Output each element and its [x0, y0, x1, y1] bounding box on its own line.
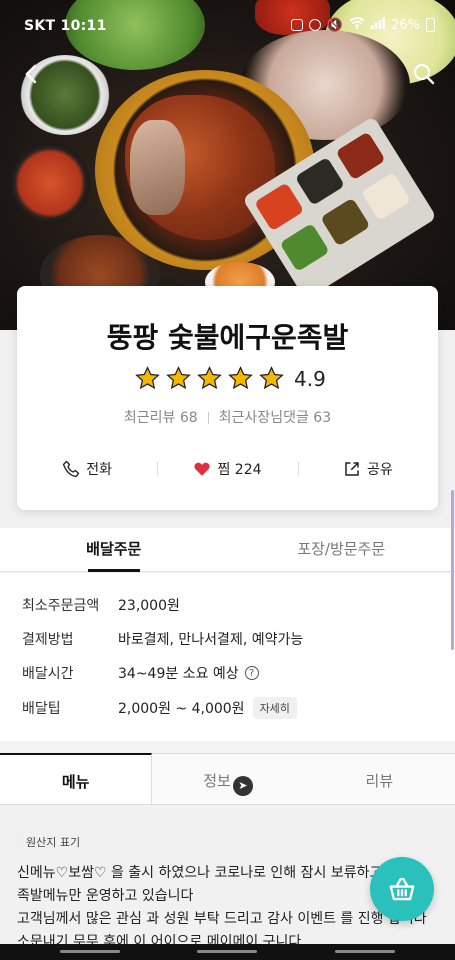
star-icon	[166, 366, 191, 390]
review-counts: 최근리뷰 68 최근사장님댓글 63	[17, 407, 438, 427]
rating-value: 4.9	[294, 366, 326, 391]
tab-info[interactable]: 정보 ➤	[152, 753, 304, 804]
heart-icon	[194, 462, 211, 476]
info-key: 배달시간	[22, 666, 74, 682]
cart-button[interactable]	[370, 857, 434, 921]
system-nav-bar	[0, 944, 455, 960]
info-key: 배달팁	[22, 701, 61, 717]
tab-menu-label: 메뉴	[61, 773, 90, 791]
like-label: 찜 224	[217, 462, 262, 478]
nav-back[interactable]	[335, 950, 395, 953]
info-row-min-order: 최소주문금액 23,000원	[22, 595, 180, 615]
call-label: 전화	[86, 462, 113, 478]
status-carrier-time: SKT 10:11	[24, 18, 107, 34]
tip-detail-button[interactable]: 자세히	[252, 697, 297, 719]
action-bar: 전화 찜 224 공유	[17, 459, 438, 479]
delivery-info: 최소주문금액 23,000원 결제방법 바로결제, 만나서결제, 예약가능 배달…	[0, 573, 455, 741]
basket-icon	[389, 877, 415, 901]
info-key: 최소주문금액	[22, 598, 100, 614]
phone-icon	[63, 460, 80, 478]
call-button[interactable]: 전화	[17, 459, 157, 479]
owner-replies-link[interactable]: 최근사장님댓글 63	[219, 410, 331, 426]
tab-review-label: 리뷰	[365, 772, 394, 790]
notification-icon	[290, 19, 303, 31]
info-value: 23,000원	[118, 598, 180, 614]
mute-icon: 🔇	[326, 17, 344, 33]
nav-home[interactable]	[197, 950, 257, 953]
tab-menu[interactable]: 메뉴	[0, 753, 153, 804]
send-icon: ➤	[232, 775, 253, 796]
star-icon	[228, 366, 253, 390]
info-row-payment: 결제방법 바로결제, 만나서결제, 예약가능	[22, 629, 303, 649]
section-divider	[0, 741, 455, 753]
back-icon[interactable]	[18, 62, 46, 90]
share-icon	[345, 462, 359, 476]
tab-info-label: 정보	[203, 772, 231, 790]
search-icon[interactable]	[410, 62, 438, 90]
info-value: 34~49분 소요 예상	[118, 666, 239, 682]
rating-row: 4.9	[135, 366, 326, 391]
help-icon[interactable]: ?	[244, 666, 259, 680]
info-value: 2,000원 ~ 4,000원	[118, 701, 245, 717]
tab-delivery[interactable]: 배달주문	[0, 528, 228, 571]
menu-tabs: 메뉴 정보 ➤ 리뷰	[0, 753, 455, 805]
store-name: 뚱팡 숯불에구운족발	[106, 321, 349, 354]
recent-reviews-link[interactable]: 최근리뷰 68	[124, 410, 198, 426]
wifi-icon	[349, 17, 365, 33]
alarm-icon	[308, 19, 321, 31]
share-button[interactable]: 공유	[297, 459, 438, 479]
nav-recents[interactable]	[60, 950, 120, 953]
like-button[interactable]: 찜 224	[157, 459, 297, 479]
star-icon	[197, 366, 222, 390]
info-row-delivery-tip: 배달팁 2,000원 ~ 4,000원 자세히	[22, 697, 297, 719]
info-row-delivery-time: 배달시간 34~49분 소요 예상 ?	[22, 663, 259, 683]
info-value: 바로결제, 만나서결제, 예약가능	[118, 632, 304, 648]
battery-icon	[426, 18, 435, 32]
scrollbar[interactable]	[451, 490, 454, 650]
tab-review[interactable]: 리뷰	[303, 753, 455, 804]
info-key: 결제방법	[22, 632, 74, 648]
status-bar: SKT 10:11 🔇 26%	[0, 0, 455, 52]
signal-icon	[371, 17, 385, 33]
star-icon	[135, 366, 160, 390]
share-label: 공유	[366, 462, 393, 478]
battery-text: 26%	[391, 17, 420, 33]
origin-label-button[interactable]: 원산지 표기	[17, 830, 90, 854]
store-info-card: 뚱팡 숯불에구운족발 4.9 최근리뷰 68 최근사장님댓글 63 전화 찜 22…	[17, 286, 438, 510]
tab-pickup[interactable]: 포장/방문주문	[228, 528, 455, 571]
order-type-tabs: 배달주문 포장/방문주문	[0, 528, 455, 572]
star-icon	[259, 366, 284, 390]
